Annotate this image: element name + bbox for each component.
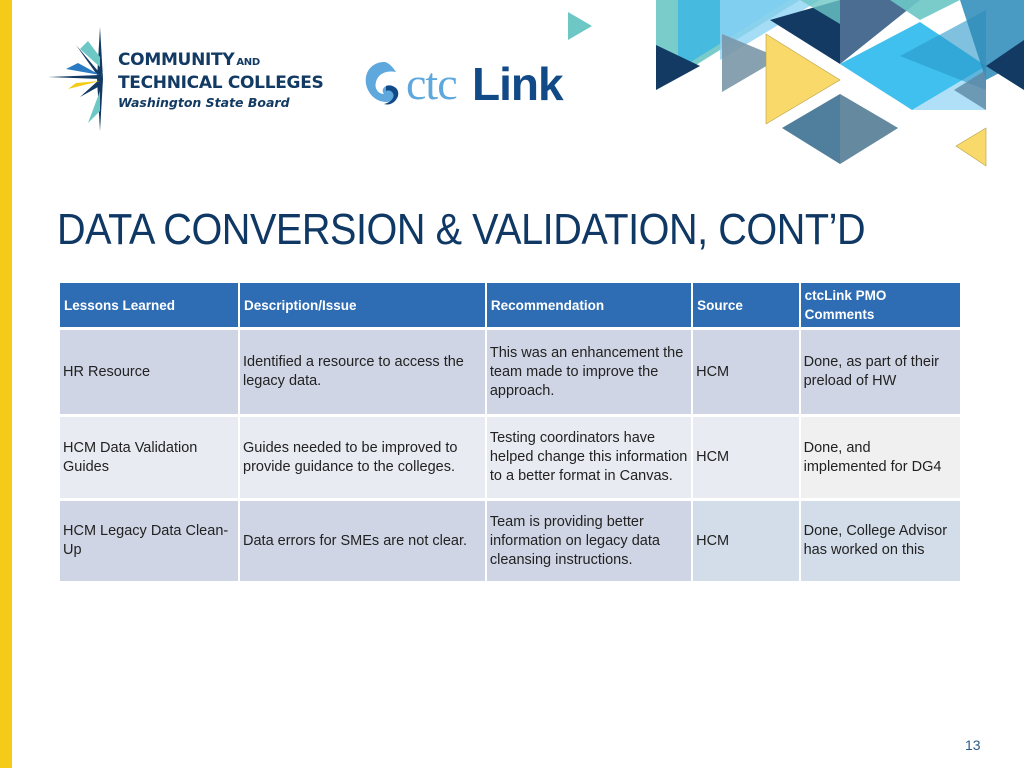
sbctc-and: AND — [236, 57, 260, 68]
header-source: Source — [693, 283, 799, 327]
sbctc-line1: COMMUNITY — [118, 50, 235, 70]
starburst-logo-icon — [48, 27, 108, 131]
table-row: HR Resource Identified a resource to acc… — [60, 330, 960, 414]
swirl-logo-icon — [365, 62, 399, 105]
sbctc-line2: TECHNICAL COLLEGES — [118, 73, 324, 93]
decorative-triangles — [568, 0, 1024, 167]
ctclink-ctc-text: ctc — [406, 58, 458, 109]
header-lessons-learned: Lessons Learned — [60, 283, 238, 327]
accent-side-bar — [0, 0, 12, 768]
slide-title: DATA CONVERSION & VALIDATION, CONT’D — [57, 205, 866, 254]
small-teal-triangle — [568, 12, 592, 40]
cell-source: HCM — [693, 417, 799, 498]
cell-pmo-comment: Done, College Advisor has worked on this — [800, 501, 960, 581]
ctclink-link-text: Link — [472, 58, 564, 110]
ctclink-logo: ctc Link — [362, 58, 582, 108]
cell-source: HCM — [693, 501, 799, 581]
cell-source: HCM — [693, 330, 799, 414]
header-recommendation: Recommendation — [486, 283, 692, 327]
cell-pmo-comment: Done, and implemented for DG4 — [800, 417, 960, 498]
sbctc-logo: COMMUNITY AND TECHNICAL COLLEGES Washingt… — [48, 27, 338, 131]
cell-description: Guides needed to be improved to provide … — [240, 417, 485, 498]
lessons-learned-table: Lessons Learned Description/Issue Recomm… — [58, 280, 962, 584]
cell-lesson: HCM Data Validation Guides — [60, 417, 238, 498]
small-yellow-triangle — [955, 127, 987, 167]
table-row: HCM Legacy Data Clean-Up Data errors for… — [60, 501, 960, 581]
table-header-row: Lessons Learned Description/Issue Recomm… — [60, 283, 960, 327]
header-description-issue: Description/Issue — [240, 283, 485, 327]
cell-lesson: HR Resource — [60, 330, 238, 414]
page-number: 13 — [965, 737, 981, 753]
cell-recommendation: This was an enhancement the team made to… — [486, 330, 692, 414]
cell-lesson: HCM Legacy Data Clean-Up — [60, 501, 238, 581]
cell-recommendation: Testing coordinators have helped change … — [486, 417, 692, 498]
table-row: HCM Data Validation Guides Guides needed… — [60, 417, 960, 498]
sbctc-line3: Washington State Board — [118, 95, 290, 110]
cell-description: Data errors for SMEs are not clear. — [240, 501, 485, 581]
cell-recommendation: Team is providing better information on … — [486, 501, 692, 581]
cell-description: Identified a resource to access the lega… — [240, 330, 485, 414]
header-pmo-comments: ctcLink PMO Comments — [800, 283, 960, 327]
cell-pmo-comment: Done, as part of their preload of HW — [800, 330, 960, 414]
